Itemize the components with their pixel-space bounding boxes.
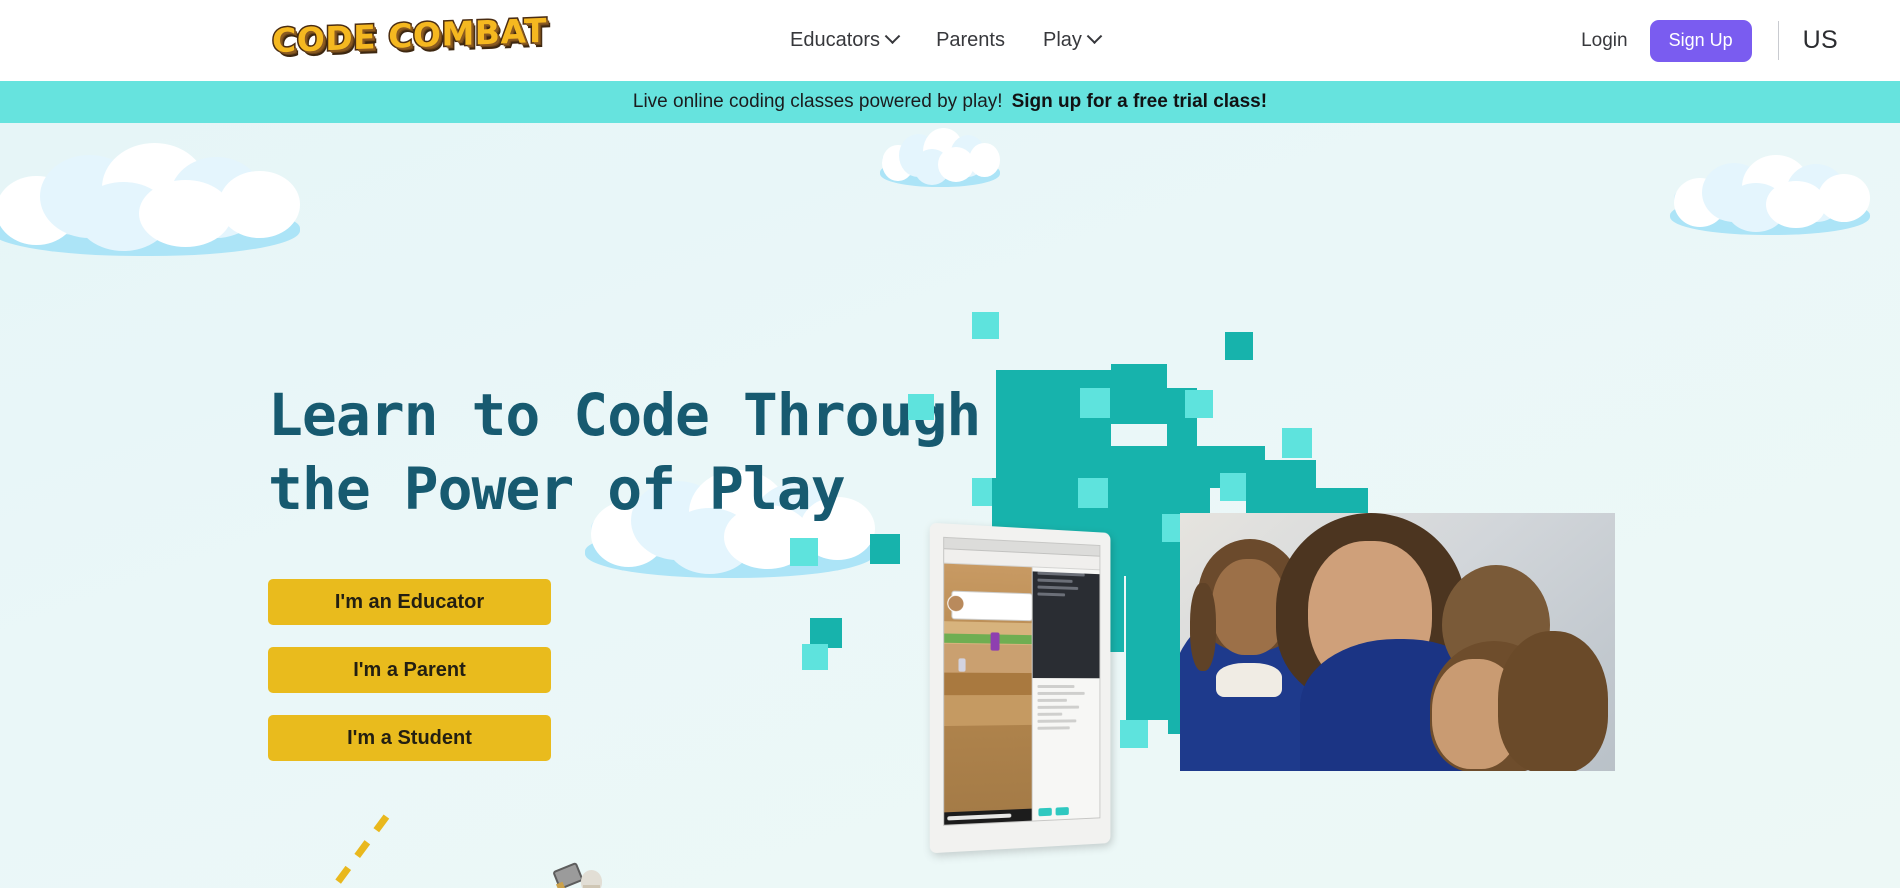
primary-nav: Educators Parents Play: [790, 0, 1103, 81]
warrior-character-sprite: [545, 858, 645, 888]
hero-artwork: [790, 312, 1650, 888]
top-navigation-bar: Code Combat Educators Parents Play Login…: [0, 0, 1900, 81]
code-editor-pane: [1032, 567, 1100, 821]
logo-wordmark: Code Combat: [270, 9, 548, 62]
im-a-parent-button[interactable]: I'm a Parent: [268, 647, 551, 693]
cloud-decoration-right: [1670, 153, 1870, 235]
game-submit-button[interactable]: [1055, 807, 1070, 816]
cloud-decoration-left: [0, 141, 300, 256]
chevron-down-icon: [1086, 28, 1103, 45]
monitor-mockup: [929, 522, 1111, 854]
game-interface: [944, 563, 1100, 825]
cloud-decoration-top: [880, 127, 1000, 187]
game-level-view: [944, 563, 1033, 825]
promo-banner-text: Live online coding classes powered by pl…: [632, 91, 1003, 112]
sign-up-button[interactable]: Sign Up: [1649, 19, 1752, 62]
promo-banner-cta-link[interactable]: Sign up for a free trial class!: [1012, 91, 1268, 113]
nav-item-educators[interactable]: Educators: [790, 28, 901, 52]
monitor-screen: [943, 536, 1101, 826]
cloud-puff: [937, 147, 974, 183]
chevron-down-icon: [884, 28, 901, 45]
code-editor-dark-area: [1032, 571, 1100, 678]
im-an-educator-button[interactable]: I'm an Educator: [268, 579, 551, 625]
im-a-student-button[interactable]: I'm a Student: [268, 715, 551, 761]
hero-cta-group: I'm an Educator I'm a Parent I'm a Stude…: [268, 579, 551, 761]
nav-item-educators-label: Educators: [790, 29, 881, 51]
codecombat-logo[interactable]: Code Combat: [270, 9, 548, 62]
nav-divider: [1777, 21, 1779, 60]
hero-heading-line-1: Learn to Code Through: [268, 381, 981, 449]
cloud-puff: [219, 170, 300, 238]
nav-item-parents[interactable]: Parents: [936, 29, 1005, 52]
nav-item-parents-label: Parents: [936, 29, 1005, 51]
nav-item-play[interactable]: Play: [1043, 28, 1103, 52]
hint-avatar-icon: [947, 594, 965, 613]
classroom-photo: [1180, 513, 1615, 771]
game-playback-bar: [944, 808, 1033, 825]
hero-heading-line-2: the Power of Play: [268, 455, 846, 523]
cloud-puff: [138, 180, 232, 247]
cloud-puff: [1818, 174, 1870, 222]
promo-banner[interactable]: Live online coding classes powered by pl…: [0, 81, 1900, 123]
cloud-puff: [1766, 180, 1826, 229]
game-run-button[interactable]: [1038, 807, 1053, 817]
login-link[interactable]: Login: [1581, 30, 1628, 52]
locale-selector[interactable]: US: [1803, 26, 1838, 55]
account-actions: Login Sign Up US: [1581, 0, 1838, 81]
nav-item-play-label: Play: [1043, 29, 1082, 51]
hero-section: Learn to Code Through the Power of Play …: [0, 123, 1900, 888]
